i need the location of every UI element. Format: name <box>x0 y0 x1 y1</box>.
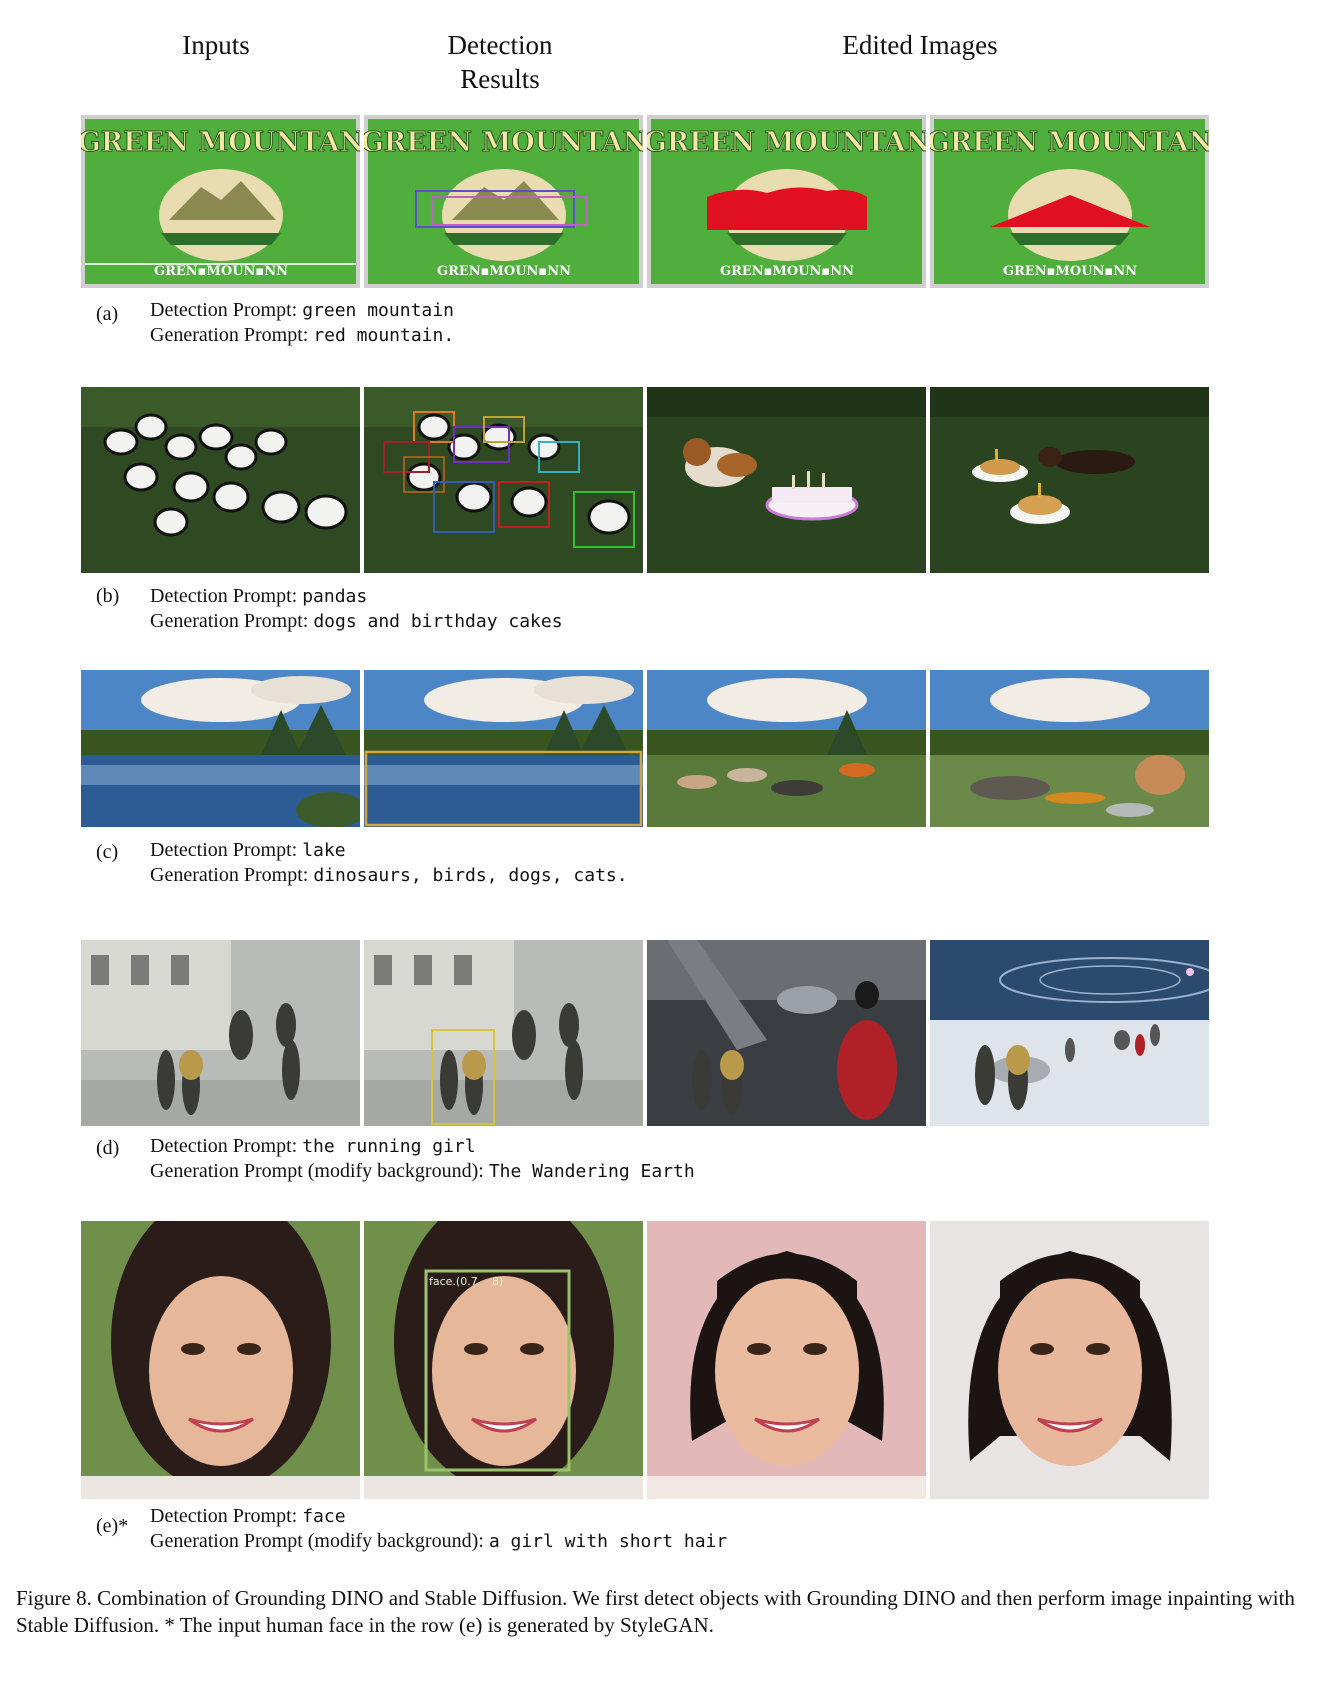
detection-prompt-value: the running girl <box>302 1136 476 1157</box>
generation-prompt-prefix: Generation Prompt: <box>150 324 309 346</box>
generation-prompt-value: a girl with short hair <box>488 1531 728 1552</box>
row-a-edited1-logo-sub: GREN▪MOUN▪NN <box>720 264 854 279</box>
row-a-label: (a) <box>96 303 119 325</box>
detection-prompt-value: lake <box>302 840 346 861</box>
row-e-edited-image-1 <box>647 1221 926 1499</box>
header-detection-results: Detection Results <box>447 30 553 94</box>
row-c-edited-image-2 <box>930 670 1209 827</box>
row-a-input-logo-sub: GREN▪MOUN▪NN <box>154 264 288 279</box>
row-d-edited-image-2 <box>930 940 1209 1126</box>
row-a-edited2-logo-title: GREEN MOUNTAN <box>930 127 1209 158</box>
generation-prompt-value: red mountain. <box>313 325 455 346</box>
row-a-input-image: GREEN MOUNTAN GREN▪MOUN▪NN <box>81 115 360 288</box>
generation-prompt-prefix: Generation Prompt: <box>150 610 309 632</box>
row-b-edited-image-2 <box>930 387 1209 573</box>
row-b-detection-image <box>364 387 643 573</box>
row-d-prompts: Detection Prompt: the running girl Gener… <box>150 1134 695 1184</box>
row-b-edited-image-1 <box>647 387 926 573</box>
row-c-input-image <box>81 670 360 827</box>
row-c-detection-image <box>364 670 643 827</box>
row-d-detection-image <box>364 940 643 1126</box>
row-d-edited-image-1 <box>647 940 926 1126</box>
detection-prompt-prefix: Detection Prompt: <box>150 585 298 607</box>
row-b-input-image <box>81 387 360 573</box>
row-a-edited1-logo-title: GREEN MOUNTAN <box>647 127 926 158</box>
detection-prompt-prefix: Detection Prompt: <box>150 299 298 321</box>
detection-prompt-prefix: Detection Prompt: <box>150 1505 298 1527</box>
row-e-prompts: Detection Prompt: face Generation Prompt… <box>150 1504 727 1554</box>
generation-prompt-value: dogs and birthday cakes <box>313 611 563 632</box>
row-a-detection-logo-title: GREEN MOUNTAN <box>364 127 643 158</box>
figure-caption: Figure 8. Combination of Grounding DINO … <box>16 1586 1295 1637</box>
row-a-edited-image-1: GREEN MOUNTAN GREN▪MOUN▪NN <box>647 115 926 288</box>
row-a-detection-image: GREEN MOUNTAN GREN▪MOUN▪NN <box>364 115 643 288</box>
row-e-label: (e)* <box>96 1515 129 1537</box>
generation-prompt-prefix: Generation Prompt: <box>150 864 309 886</box>
row-a-detection-logo-sub: GREN▪MOUN▪NN <box>437 264 571 279</box>
generation-prompt-value: dinosaurs, birds, dogs, cats. <box>313 865 628 886</box>
generation-prompt-prefix: Generation Prompt (modify background): <box>150 1160 484 1182</box>
detection-prompt-value: green mountain <box>302 300 454 321</box>
header-edited-images: Edited Images <box>842 30 998 60</box>
row-e-detection-box-label: face.(0.7 <box>429 1275 478 1288</box>
row-e-input-image <box>81 1221 360 1499</box>
detection-prompt-value: face <box>302 1506 346 1527</box>
generation-prompt-prefix: Generation Prompt (modify background): <box>150 1530 484 1552</box>
header-inputs: Inputs <box>182 30 250 60</box>
row-e-edited-image-2 <box>930 1221 1209 1499</box>
row-b-prompts: Detection Prompt: pandas Generation Prom… <box>150 584 563 634</box>
row-c-prompts: Detection Prompt: lake Generation Prompt… <box>150 838 628 888</box>
row-a-input-logo-title: GREEN MOUNTAN <box>81 127 360 158</box>
row-a-prompts: Detection Prompt: green mountain Generat… <box>150 298 454 348</box>
row-c-label: (c) <box>96 841 119 863</box>
generation-prompt-value: The Wandering Earth <box>488 1161 695 1182</box>
row-a-edited2-logo-sub: GREN▪MOUN▪NN <box>1003 264 1137 279</box>
row-e-detection-image: face.(0.7 8) <box>364 1221 643 1499</box>
row-e-detection-box-score: 8) <box>492 1275 503 1288</box>
row-d-label: (d) <box>96 1137 120 1159</box>
detection-prompt-prefix: Detection Prompt: <box>150 839 298 861</box>
row-b-label: (b) <box>96 585 120 607</box>
detection-prompt-prefix: Detection Prompt: <box>150 1135 298 1157</box>
detection-prompt-value: pandas <box>302 586 368 607</box>
row-d-input-image <box>81 940 360 1126</box>
row-a-edited-image-2: GREEN MOUNTAN GREN▪MOUN▪NN <box>930 115 1209 288</box>
row-c-edited-image-1 <box>647 670 926 827</box>
